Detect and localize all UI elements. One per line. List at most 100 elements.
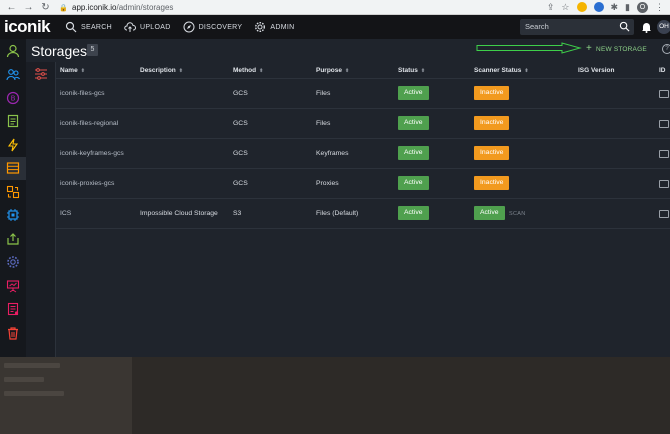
sidebar-item-metadata[interactable]: [0, 110, 26, 134]
compass-icon: [183, 21, 195, 33]
plus-icon: +: [586, 43, 593, 54]
scan-button[interactable]: SCAN: [509, 211, 525, 217]
search-placeholder: Search: [525, 22, 549, 31]
sidebar-item-automations[interactable]: [0, 133, 26, 157]
logo[interactable]: iconik: [0, 17, 56, 37]
copy-id-icon[interactable]: [659, 180, 669, 188]
column-header-purpose[interactable]: Purpose ⬍: [316, 67, 349, 74]
column-header-isg-version: ISG Version: [578, 66, 615, 74]
extension-icon[interactable]: [593, 2, 604, 12]
extension-icon[interactable]: [576, 2, 587, 12]
sidebar-item-trash[interactable]: [0, 321, 26, 345]
user-icon: [6, 44, 20, 57]
back-icon[interactable]: ←: [6, 1, 17, 14]
menu-icon[interactable]: ⋮: [655, 2, 664, 13]
new-storage-label: NEW STORAGE: [596, 45, 647, 53]
users-icon: [6, 69, 20, 81]
column-header-name[interactable]: Name ⬍: [60, 67, 85, 74]
sidebar-item-users[interactable]: [0, 63, 26, 87]
storage-icon: [6, 162, 20, 174]
status-badge: Active: [398, 206, 429, 220]
table-row[interactable]: iconik-keyframes-gcs GCS Keyframes Activ…: [56, 139, 670, 169]
table-row[interactable]: iconik-files-regional GCS Files Active I…: [56, 109, 670, 139]
table-row[interactable]: iconik-proxies-gcs GCS Proxies Active In…: [56, 169, 670, 199]
browser-toolbar: ← → ↻ 🔒 app.iconik.io/admin/storages ⇪ ☆…: [0, 0, 670, 15]
nav-search[interactable]: SEARCH: [65, 21, 112, 33]
gear-icon: [255, 21, 266, 33]
app-header: iconik SEARCH UPLOAD DISCOVERY ADMIN Sea…: [0, 15, 670, 39]
sidebar-item-profile[interactable]: [0, 39, 26, 63]
storage-name-link[interactable]: ICS: [60, 210, 71, 217]
column-header-description[interactable]: Description ⬍: [140, 67, 183, 74]
sidebar-item-billing[interactable]: B: [0, 86, 26, 110]
global-search-input[interactable]: Search: [520, 19, 634, 35]
browser-nav: ← → ↻: [0, 1, 51, 14]
main-content: Storages 5 + NEW STORAGE ? Name ⬍ Descrip…: [26, 39, 670, 357]
coin-icon: B: [6, 91, 20, 104]
page-header: Storages 5 + NEW STORAGE ?: [26, 39, 670, 62]
new-storage-button[interactable]: + NEW STORAGE: [586, 43, 647, 54]
annotation-arrow-icon: [476, 42, 582, 54]
search-icon[interactable]: [619, 21, 630, 32]
background-panel: [0, 357, 132, 434]
storage-name-link[interactable]: iconik-proxies-gcs: [60, 180, 114, 187]
status-badge: Active: [398, 176, 429, 190]
storage-purpose: Files: [316, 90, 331, 97]
storage-purpose: Keyframes: [316, 150, 349, 157]
reload-icon[interactable]: ↻: [40, 1, 51, 14]
table-row[interactable]: ICS Impossible Cloud Storage S3 Files (D…: [56, 199, 670, 229]
copy-id-icon[interactable]: [659, 90, 669, 98]
sidebar-item-shares[interactable]: [0, 274, 26, 298]
column-header-method[interactable]: Method ⬍: [233, 67, 263, 74]
storages-table: Name ⬍ Description ⬍ Method ⬍ Purpose ⬍ Stat…: [56, 62, 670, 229]
storage-name-link[interactable]: iconik-files-regional: [60, 120, 118, 127]
table-row[interactable]: iconik-files-gcs GCS Files Active Inacti…: [56, 79, 670, 109]
bell-icon[interactable]: [641, 21, 652, 33]
storage-method: GCS: [233, 90, 248, 97]
export-icon: [7, 232, 19, 245]
nav-discovery[interactable]: DISCOVERY: [183, 21, 243, 33]
chip-icon: [7, 209, 19, 222]
storage-purpose: Files: [316, 120, 331, 127]
scanner-status-badge: Active: [474, 206, 505, 220]
sidebar-toggle-icon[interactable]: ▮: [625, 2, 630, 13]
scanner-status-badge: Inactive: [474, 86, 510, 100]
scanner-status-badge: Inactive: [474, 146, 510, 160]
copy-id-icon[interactable]: [659, 150, 669, 158]
status-badge: Active: [398, 116, 429, 130]
trash-icon: [8, 327, 18, 340]
address-bar[interactable]: 🔒 app.iconik.io/admin/storages: [59, 1, 173, 14]
profile-avatar[interactable]: O: [637, 1, 648, 13]
placeholder-line: [4, 377, 44, 382]
filter-sliders-icon[interactable]: [34, 68, 48, 80]
storage-method: GCS: [233, 120, 248, 127]
storage-method: S3: [233, 210, 242, 217]
copy-id-icon[interactable]: [659, 120, 669, 128]
column-header-scanner-status[interactable]: Scanner Status ⬍: [474, 67, 529, 74]
column-header-status[interactable]: Status ⬍: [398, 67, 425, 74]
share-icon[interactable]: ⇪: [547, 2, 555, 13]
forward-icon[interactable]: →: [23, 1, 34, 14]
scanner-status-badge: Inactive: [474, 116, 510, 130]
column-header-id: ID: [659, 66, 666, 74]
user-avatar[interactable]: OH: [657, 20, 670, 34]
puzzle-icon[interactable]: ✱: [611, 2, 619, 13]
star-icon[interactable]: ☆: [561, 2, 569, 13]
sidebar-item-exports[interactable]: [0, 227, 26, 251]
lock-icon: 🔒: [59, 4, 68, 12]
nav-discovery-label: DISCOVERY: [198, 23, 243, 31]
sidebar-item-settings[interactable]: [0, 251, 26, 275]
storage-name-link[interactable]: iconik-keyframes-gcs: [60, 150, 124, 157]
storage-method: GCS: [233, 150, 248, 157]
placeholder-line: [4, 391, 64, 396]
storage-name-link[interactable]: iconik-files-gcs: [60, 90, 105, 97]
sidebar-item-reports[interactable]: [0, 298, 26, 322]
nav-admin[interactable]: ADMIN: [254, 21, 294, 33]
help-icon[interactable]: ?: [662, 44, 670, 54]
copy-id-icon[interactable]: [659, 210, 669, 218]
sidebar-item-storages[interactable]: [0, 156, 26, 180]
nav-upload[interactable]: UPLOAD: [124, 21, 171, 33]
sidebar-item-transfers[interactable]: [0, 180, 26, 204]
sidebar-item-integrations[interactable]: [0, 204, 26, 228]
status-badge: Active: [398, 86, 429, 100]
